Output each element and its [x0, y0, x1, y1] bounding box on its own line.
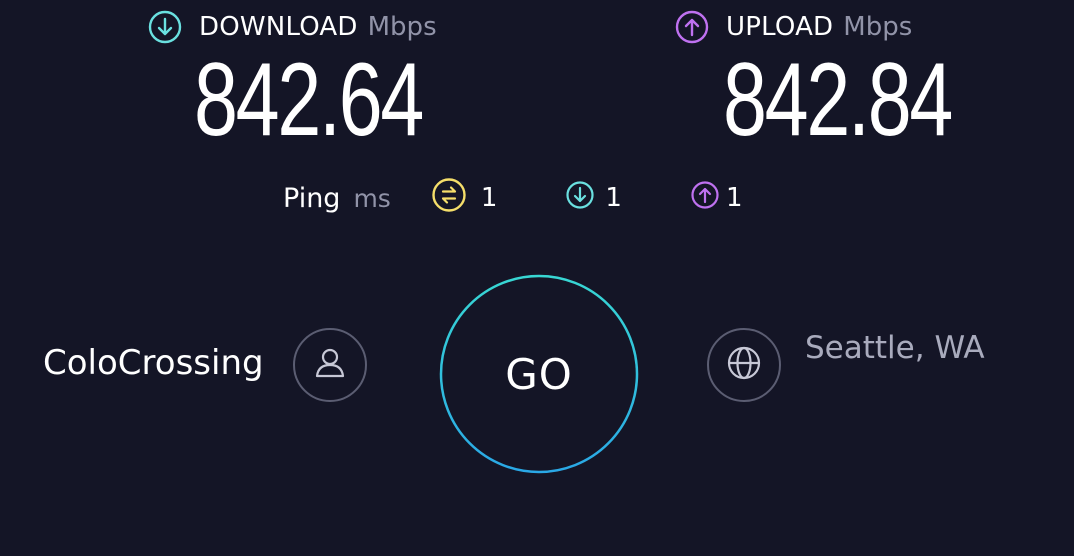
provider-name[interactable]: ColoCrossing [43, 343, 264, 383]
upload-metric: UPLOAD Mbps 842.84 [675, 10, 1074, 152]
download-label: DOWNLOAD [199, 12, 358, 42]
download-metric: DOWNLOAD Mbps 842.64 [148, 10, 568, 152]
ping-download-value: 1 [605, 183, 622, 213]
jitter-icon [431, 177, 467, 220]
go-label: GO [505, 349, 573, 399]
ping-idle-value: 1 [480, 183, 498, 213]
arrow-up-circle-icon [675, 10, 709, 44]
upload-speed-value: 842.84 [723, 42, 953, 158]
upload-header: UPLOAD Mbps [675, 10, 1074, 44]
user-icon [310, 343, 350, 387]
download-speed-value: 842.64 [194, 42, 424, 158]
change-server-button[interactable] [707, 328, 781, 402]
ping-row: Ping ms 1 1 1 [283, 176, 742, 220]
ping-upload: 1 [690, 180, 743, 217]
ping-download: 1 [565, 180, 622, 217]
upload-unit: Mbps [843, 12, 913, 42]
arrow-up-circle-icon [690, 180, 720, 217]
arrow-down-circle-icon [148, 10, 182, 44]
server-location[interactable]: Seattle, WA [805, 330, 985, 366]
download-unit: Mbps [367, 12, 437, 42]
ping-unit: ms [353, 183, 391, 213]
upload-label: UPLOAD [726, 12, 834, 42]
arrow-down-circle-icon [565, 180, 595, 217]
ping-idle: 1 [431, 177, 498, 220]
globe-icon [724, 343, 764, 387]
go-button[interactable]: GO [439, 274, 639, 474]
ping-upload-value: 1 [725, 183, 743, 213]
download-header: DOWNLOAD Mbps [148, 10, 568, 44]
change-provider-button[interactable] [293, 328, 367, 402]
ping-label: Ping [283, 182, 341, 214]
